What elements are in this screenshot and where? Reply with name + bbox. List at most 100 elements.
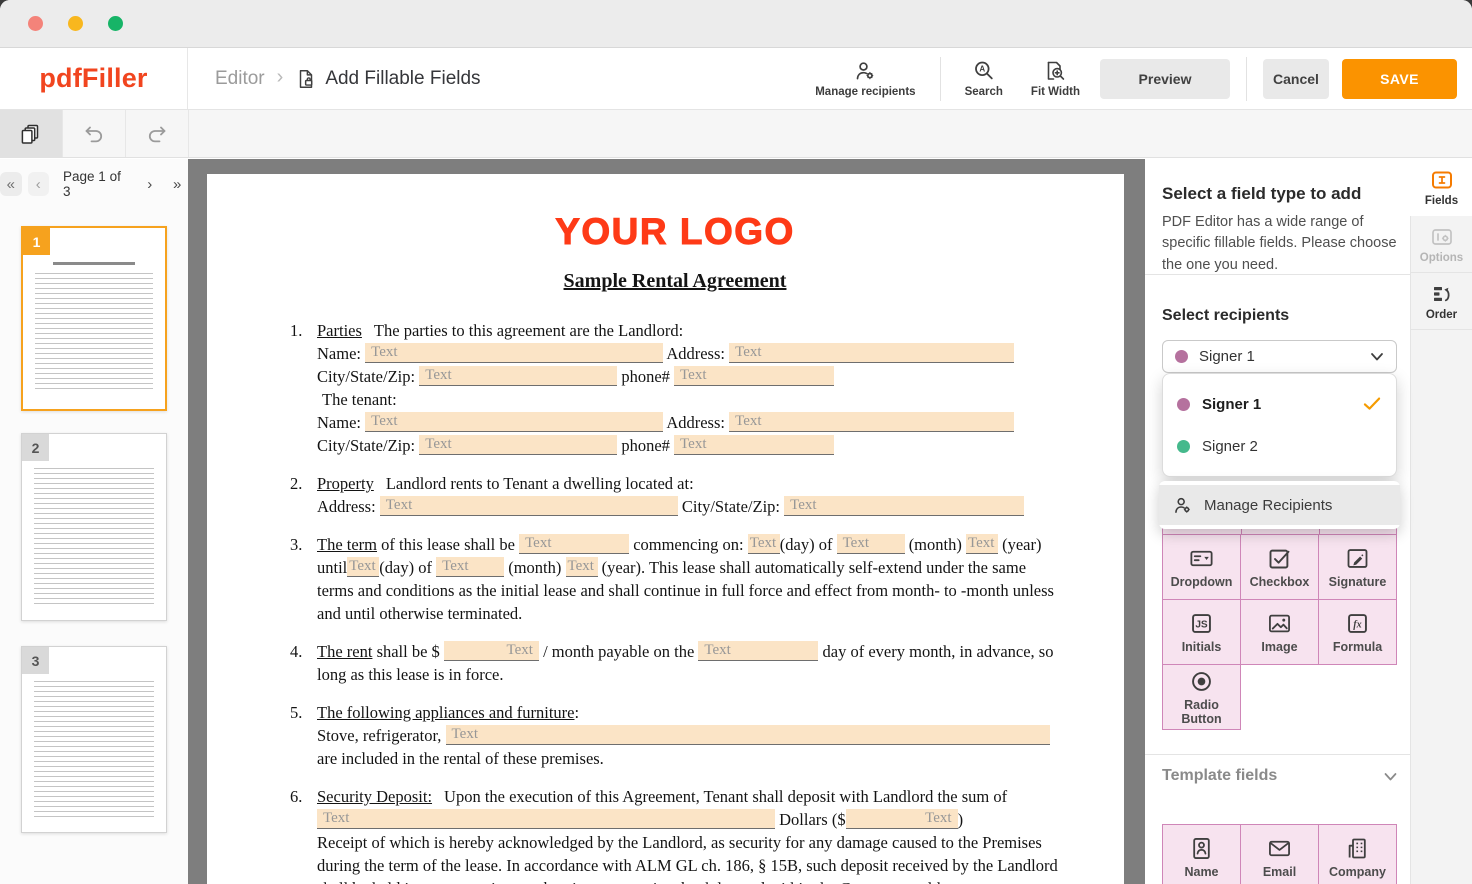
email-field-button[interactable]: Email (1240, 824, 1319, 884)
field-label: Address: (666, 413, 725, 432)
manage-recipients-button[interactable]: Manage recipients (801, 59, 929, 98)
fillable-text-field[interactable]: Text (347, 557, 379, 577)
recipient-option-signer1[interactable]: Signer 1 (1163, 383, 1396, 425)
initials-field-button[interactable]: JS Initials (1162, 599, 1241, 665)
fillable-text-field[interactable]: Text (365, 343, 663, 363)
save-button[interactable]: SAVE (1342, 59, 1457, 99)
fit-width-icon (1043, 59, 1067, 83)
first-page-button[interactable]: « (0, 172, 22, 196)
svg-text:A: A (979, 65, 985, 74)
field-button-label: Email (1263, 865, 1296, 879)
section-heading: The term (317, 535, 377, 554)
recipient-menu: Signer 1 Signer 2 (1162, 373, 1397, 477)
content-area: « ‹ Page 1 of 3 › » 1 2 3 YO (0, 159, 1472, 884)
dropdown-field-button[interactable]: Dropdown (1162, 534, 1241, 600)
left-toolbar (0, 110, 1472, 158)
image-field-button[interactable]: Image (1240, 599, 1319, 665)
cancel-button[interactable]: Cancel (1263, 59, 1329, 99)
section-text: of this lease shall be (381, 535, 515, 554)
field-button-label: Formula (1333, 640, 1382, 654)
page-thumbnail-2[interactable]: 2 (21, 433, 167, 621)
fillable-text-field[interactable]: Text (966, 534, 998, 554)
close-window-button[interactable] (28, 16, 43, 31)
fillable-text-field[interactable]: Text (729, 412, 1014, 432)
fit-width-button[interactable]: Fit Width (1017, 59, 1094, 98)
company-field-button[interactable]: Company (1318, 824, 1397, 884)
fillable-text-field[interactable]: Text (748, 534, 780, 554)
signature-field-icon (1344, 545, 1371, 572)
panel-tab-rail: Fields Options Order (1410, 159, 1472, 884)
select-recipients-heading: Select recipients (1162, 307, 1289, 325)
tab-label: Fields (1425, 195, 1458, 207)
last-page-button[interactable]: » (166, 172, 188, 196)
pages-sidebar: « ‹ Page 1 of 3 › » 1 2 3 (0, 159, 188, 884)
initials-field-icon: JS (1188, 610, 1215, 637)
pages-panel-button[interactable] (0, 110, 63, 157)
list-number: 4. (290, 640, 317, 686)
recipient-option-signer2[interactable]: Signer 2 (1163, 425, 1396, 467)
order-tab-icon (1430, 282, 1454, 306)
redo-button[interactable] (126, 110, 189, 157)
field-label: Name: (317, 413, 361, 432)
minimize-window-button[interactable] (68, 16, 83, 31)
section-text: / month payable on the (543, 642, 694, 661)
section-deposit: 6. Security Deposit:Upon the execution o… (290, 785, 1060, 884)
list-number: 1. (290, 319, 317, 457)
fillable-text-field[interactable]: Text (698, 641, 818, 661)
preview-button[interactable]: Preview (1100, 59, 1230, 99)
list-number: 3. (290, 533, 317, 625)
divider (1246, 57, 1247, 101)
fillable-text-field[interactable]: Text (419, 435, 617, 455)
page-number-badge: 1 (23, 228, 50, 255)
tab-options[interactable]: Options (1411, 216, 1472, 273)
field-label: City/State/Zip: (682, 497, 780, 516)
fillable-text-field[interactable]: Text (446, 725, 1050, 745)
chevron-down-icon (1383, 770, 1398, 783)
zoom-window-button[interactable] (108, 16, 123, 31)
fillable-text-field[interactable]: Text (436, 557, 504, 577)
tab-order[interactable]: Order (1411, 273, 1472, 330)
checkbox-field-button[interactable]: Checkbox (1240, 534, 1319, 600)
section-text: : (575, 703, 580, 722)
breadcrumb-current: Add Fillable Fields (295, 67, 480, 91)
fillable-text-field[interactable]: Text (317, 809, 775, 829)
fillable-text-field[interactable]: Text (674, 435, 834, 455)
radio-button-field-button[interactable]: Radio Button (1162, 664, 1241, 730)
undo-button[interactable] (63, 110, 126, 157)
title-bar (0, 0, 1472, 48)
next-page-button[interactable]: › (139, 172, 161, 196)
fillable-text-field[interactable]: Text (380, 496, 678, 516)
signature-field-button[interactable]: Signature (1318, 534, 1397, 600)
fillable-text-field[interactable]: Text (784, 496, 1024, 516)
manage-recipients-label: Manage Recipients (1204, 497, 1332, 514)
field-button-label: Radio Button (1163, 698, 1240, 726)
recipient-select[interactable]: Signer 1 (1162, 340, 1397, 373)
section-parties: 1. PartiesThe parties to this agreement … (290, 319, 1060, 457)
rental-agreement-page: YOUR LOGO Sample Rental Agreement 1. Par… (207, 174, 1124, 884)
fillable-text-field[interactable]: Text (729, 343, 1014, 363)
template-fields-header[interactable]: Template fields (1162, 767, 1398, 785)
previous-page-button[interactable]: ‹ (28, 172, 50, 196)
redo-icon (145, 122, 169, 146)
section-heading: Security Deposit: (317, 787, 432, 806)
fillable-text-field[interactable]: Text (846, 809, 958, 829)
field-label: Address: (317, 497, 376, 516)
tab-fields[interactable]: Fields (1410, 159, 1472, 216)
page-thumbnail-3[interactable]: 3 (21, 646, 167, 833)
template-fields-title: Template fields (1162, 767, 1277, 785)
fillable-text-field[interactable]: Text (419, 366, 617, 386)
formula-field-button[interactable]: fx Formula (1318, 599, 1397, 665)
fillable-text-field[interactable]: Text (519, 534, 629, 554)
field-button-label: Dropdown (1171, 575, 1233, 589)
page-thumbnail-1[interactable]: 1 (21, 226, 167, 411)
fillable-text-field[interactable]: Text (365, 412, 663, 432)
fillable-text-field[interactable]: Text (674, 366, 834, 386)
fillable-text-field[interactable]: Text (566, 557, 598, 577)
breadcrumb-editor-link[interactable]: Editor (215, 68, 265, 90)
manage-recipients-menu-item[interactable]: Manage Recipients (1159, 485, 1400, 525)
name-field-button[interactable]: Name (1162, 824, 1241, 884)
search-button[interactable]: A Search (951, 59, 1017, 98)
fillable-text-field[interactable]: Text (444, 641, 539, 661)
recipient-select-value: Signer 1 (1199, 348, 1359, 365)
fillable-text-field[interactable]: Text (837, 534, 905, 554)
